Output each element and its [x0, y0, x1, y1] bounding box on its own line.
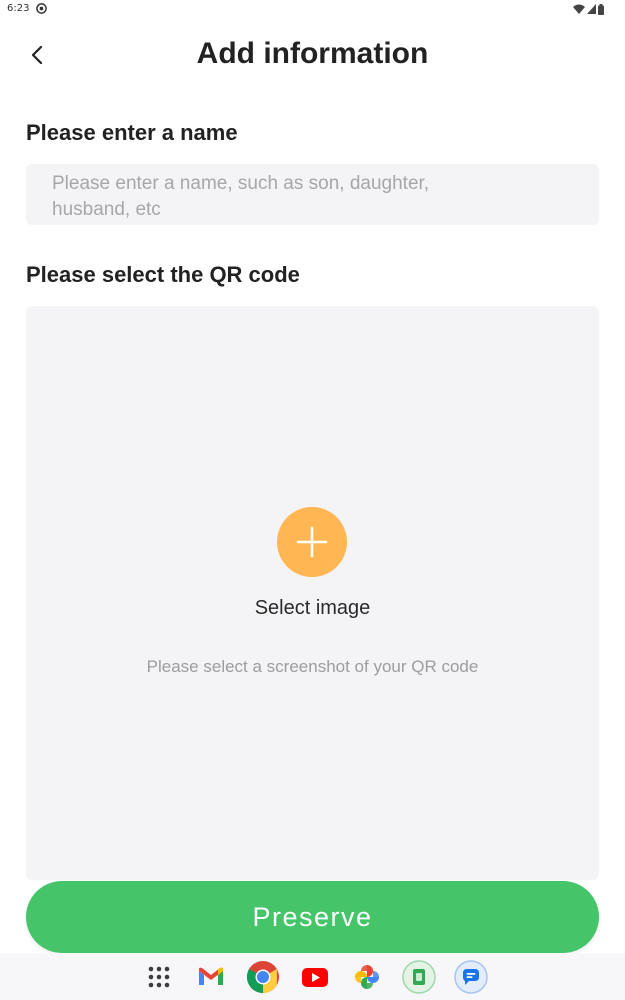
status-bar: 6:23 — [0, 0, 625, 20]
qr-image-picker-area[interactable] — [26, 306, 599, 880]
name-section-label: Please enter a name — [26, 120, 238, 145]
app-dock — [140, 958, 490, 996]
select-image-label[interactable]: Select image — [0, 597, 625, 620]
chrome-app[interactable] — [244, 958, 282, 996]
qr-hint-text: Please select a screenshot of your QR co… — [146, 657, 479, 676]
wifi-icon — [573, 4, 585, 14]
signal-icon — [587, 4, 596, 14]
messages-icon — [454, 960, 488, 994]
name-placeholder-line-2: husband, etc — [52, 199, 161, 220]
status-icons — [573, 3, 604, 15]
notification-app-icon — [36, 3, 47, 14]
add-information-screen: 6:23 Add information Please enter a name… — [0, 0, 625, 1000]
chrome-icon — [246, 961, 279, 994]
app-drawer-button[interactable] — [140, 958, 178, 996]
photos-icon — [355, 965, 379, 989]
plus-icon — [296, 526, 328, 558]
qr-section-label: Please select the QR code — [26, 262, 300, 287]
app-drawer-icon — [148, 966, 170, 988]
name-input[interactable]: Please enter a name, such as son, daught… — [26, 164, 599, 225]
photos-app[interactable] — [348, 958, 386, 996]
page-title: Add information — [196, 37, 429, 70]
youtube-app[interactable] — [296, 958, 334, 996]
battery-icon — [598, 3, 604, 15]
youtube-icon — [302, 967, 328, 987]
files-app[interactable] — [400, 958, 438, 996]
gmail-icon — [199, 967, 223, 985]
add-image-button[interactable] — [277, 507, 347, 577]
preserve-button[interactable]: Preserve — [26, 881, 599, 953]
name-placeholder-line-1: Please enter a name, such as son, daught… — [52, 173, 430, 194]
gmail-app[interactable] — [192, 958, 230, 996]
messages-app[interactable] — [452, 958, 490, 996]
status-time: 6:23 — [7, 3, 30, 14]
files-icon — [402, 960, 436, 994]
